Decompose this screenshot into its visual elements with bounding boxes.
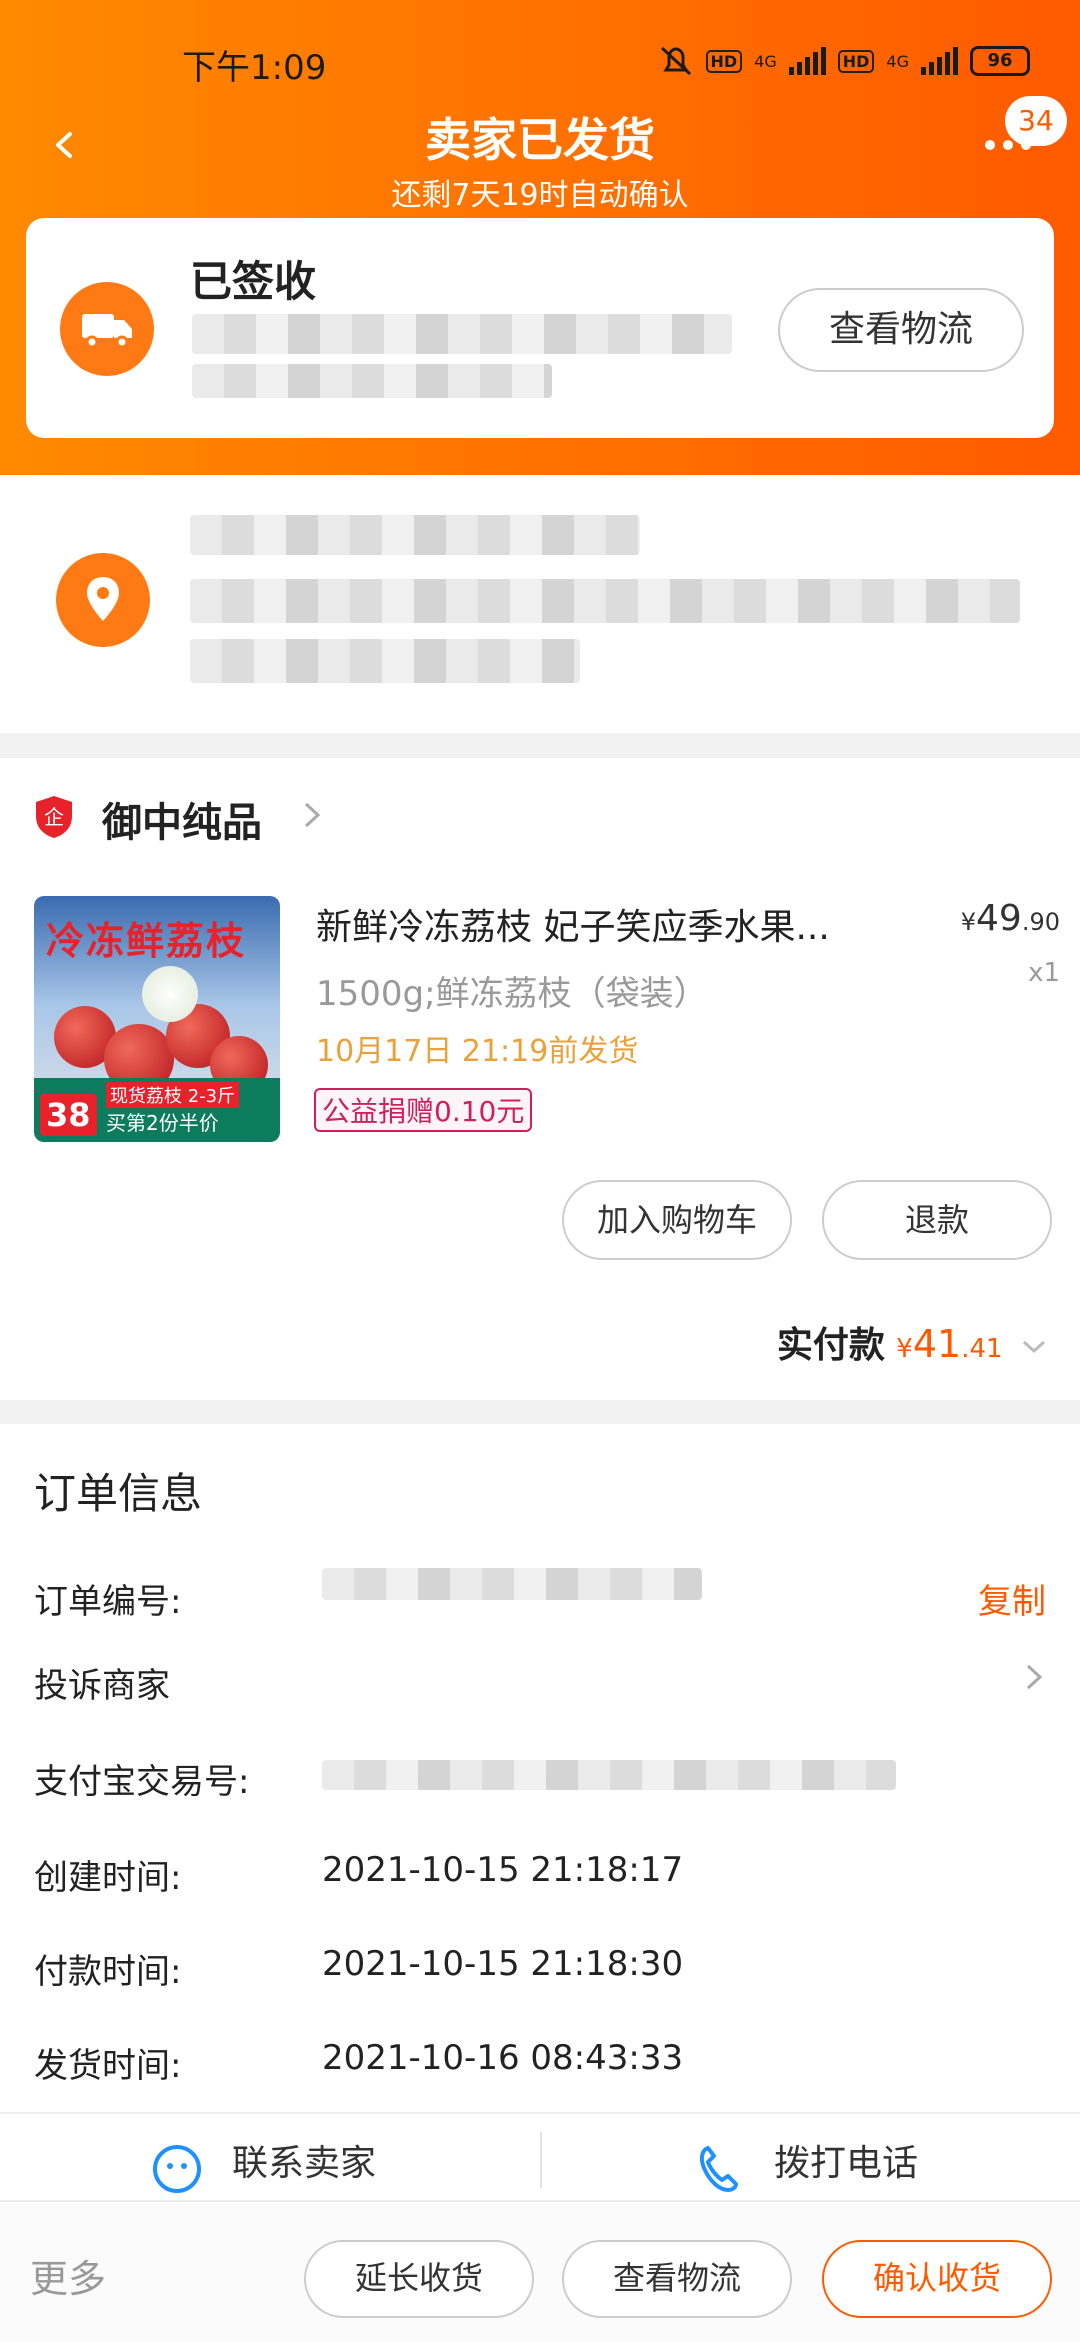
add-to-cart-button[interactable]: 加入购物车 bbox=[562, 1180, 792, 1260]
battery-icon: 96 bbox=[970, 46, 1030, 76]
product-title[interactable]: 新鲜冷冻荔枝 妃子笑应季水果... bbox=[316, 898, 876, 950]
product-image-tag1: 现货荔枝 2-3斤 bbox=[106, 1082, 240, 1108]
logistics-card[interactable]: 已签收 查看物流 bbox=[26, 218, 1054, 438]
product-image-tag2: 买第2份半价 bbox=[106, 1111, 219, 1135]
call-phone-button[interactable]: 拨打电话 bbox=[774, 2134, 918, 2186]
amount-paid[interactable]: 实付款 ¥41.41 bbox=[777, 1316, 1048, 1368]
created-time-value: 2021-10-15 21:18:17 bbox=[322, 1850, 684, 1890]
signal-icon-1 bbox=[788, 47, 826, 75]
status-bar: 下午1:09 HD 4G HD 4G 96 bbox=[0, 40, 1080, 88]
recipient-name-redacted bbox=[190, 515, 640, 555]
order-info-title: 订单信息 bbox=[34, 1469, 203, 1518]
recipient-address-redacted bbox=[190, 579, 1020, 623]
contact-separator bbox=[540, 2132, 542, 2188]
hd-badge-2: HD bbox=[837, 49, 875, 73]
product-price: ¥49.90 bbox=[960, 898, 1060, 939]
extend-receipt-button[interactable]: 延长收货 bbox=[304, 2240, 534, 2318]
status-time: 下午1:09 bbox=[182, 48, 327, 88]
network-label-2: 4G bbox=[886, 51, 909, 71]
chevron-right-icon[interactable] bbox=[300, 798, 324, 832]
view-logistics-button[interactable]: 查看物流 bbox=[778, 288, 1024, 372]
product-quantity: x1 bbox=[1028, 958, 1060, 988]
complaint-seller-label[interactable]: 投诉商家 bbox=[34, 1658, 170, 1707]
logistics-detail-redacted bbox=[192, 314, 732, 354]
product-image-price: 38 bbox=[40, 1094, 97, 1136]
address-section[interactable] bbox=[0, 475, 1080, 733]
contact-seller-button[interactable]: 联系卖家 bbox=[232, 2134, 376, 2186]
network-label-1: 4G bbox=[754, 51, 777, 71]
more-actions-button[interactable]: 更多 bbox=[30, 2248, 106, 2303]
charity-donation-badge: 公益捐赠0.10元 bbox=[314, 1088, 533, 1132]
alipay-trade-no-redacted bbox=[322, 1760, 896, 1790]
paid-time-value: 2021-10-15 21:18:30 bbox=[322, 1944, 684, 1984]
truck-icon bbox=[60, 282, 154, 376]
order-info-section: 订单信息 订单编号: 复制 投诉商家 支付宝交易号: 创建时间: 2021-10… bbox=[0, 1424, 1080, 2114]
shipped-time-value: 2021-10-16 08:43:33 bbox=[322, 2038, 684, 2078]
recipient-address-line2-redacted bbox=[190, 639, 580, 683]
message-count-badge[interactable]: 34 bbox=[1005, 96, 1067, 146]
confirm-receipt-button[interactable]: 确认收货 bbox=[822, 2240, 1052, 2318]
shop-enterprise-icon: 企 bbox=[34, 794, 74, 840]
order-number-redacted bbox=[322, 1568, 702, 1600]
product-image-title: 冷冻鲜荔枝 bbox=[46, 919, 247, 963]
product-image[interactable]: 冷冻鲜荔枝 38 现货荔枝 2-3斤 买第2份半价 bbox=[34, 896, 280, 1142]
chevron-right-icon[interactable] bbox=[1022, 1660, 1046, 1694]
chat-smile-icon[interactable] bbox=[150, 2142, 204, 2196]
signal-icon-2 bbox=[921, 47, 958, 75]
copy-order-number-button[interactable]: 复制 bbox=[978, 1574, 1046, 1623]
order-number-label: 订单编号: bbox=[34, 1582, 182, 1622]
location-pin-icon bbox=[56, 553, 150, 647]
mute-bell-icon bbox=[660, 46, 691, 76]
shop-name[interactable]: 御中纯品 bbox=[102, 790, 262, 848]
bottom-action-bar: 更多 延长收货 查看物流 确认收货 bbox=[0, 2200, 1080, 2342]
page-title: 卖家已发货 bbox=[425, 113, 655, 167]
order-item-card: 企 御中纯品 冷冻鲜荔枝 38 现货荔枝 2-3斤 买第2份半价 新鲜冷冻荔枝 … bbox=[0, 758, 1080, 1400]
paid-time-label: 付款时间: bbox=[34, 1952, 182, 1992]
alipay-trade-no-label: 支付宝交易号: bbox=[34, 1762, 250, 1802]
status-icons: HD 4G HD 4G 96 bbox=[658, 44, 1030, 78]
ship-by-time: 10月17日 21:19前发货 bbox=[316, 1034, 639, 1069]
hd-badge-1: HD bbox=[705, 49, 743, 73]
chevron-down-icon[interactable] bbox=[1020, 1337, 1048, 1357]
shipped-time-label: 发货时间: bbox=[34, 2046, 182, 2086]
svg-text:企: 企 bbox=[44, 805, 64, 829]
logistics-status: 已签收 bbox=[190, 257, 317, 306]
product-spec: 1500g;鲜冻荔枝（袋装） bbox=[316, 974, 708, 1014]
refund-button[interactable]: 退款 bbox=[822, 1180, 1052, 1260]
logistics-time-redacted bbox=[192, 364, 552, 398]
view-logistics-bottom-button[interactable]: 查看物流 bbox=[562, 2240, 792, 2318]
divider bbox=[0, 2112, 1080, 2114]
phone-icon[interactable] bbox=[694, 2142, 742, 2196]
order-status-header: 下午1:09 HD 4G HD 4G 96 卖家已发货 还剩7天19时自动确认 … bbox=[0, 0, 1080, 475]
created-time-label: 创建时间: bbox=[34, 1858, 182, 1898]
auto-confirm-countdown: 还剩7天19时自动确认 bbox=[391, 178, 689, 213]
contact-bar: 联系卖家 拨打电话 bbox=[0, 2112, 1080, 2200]
